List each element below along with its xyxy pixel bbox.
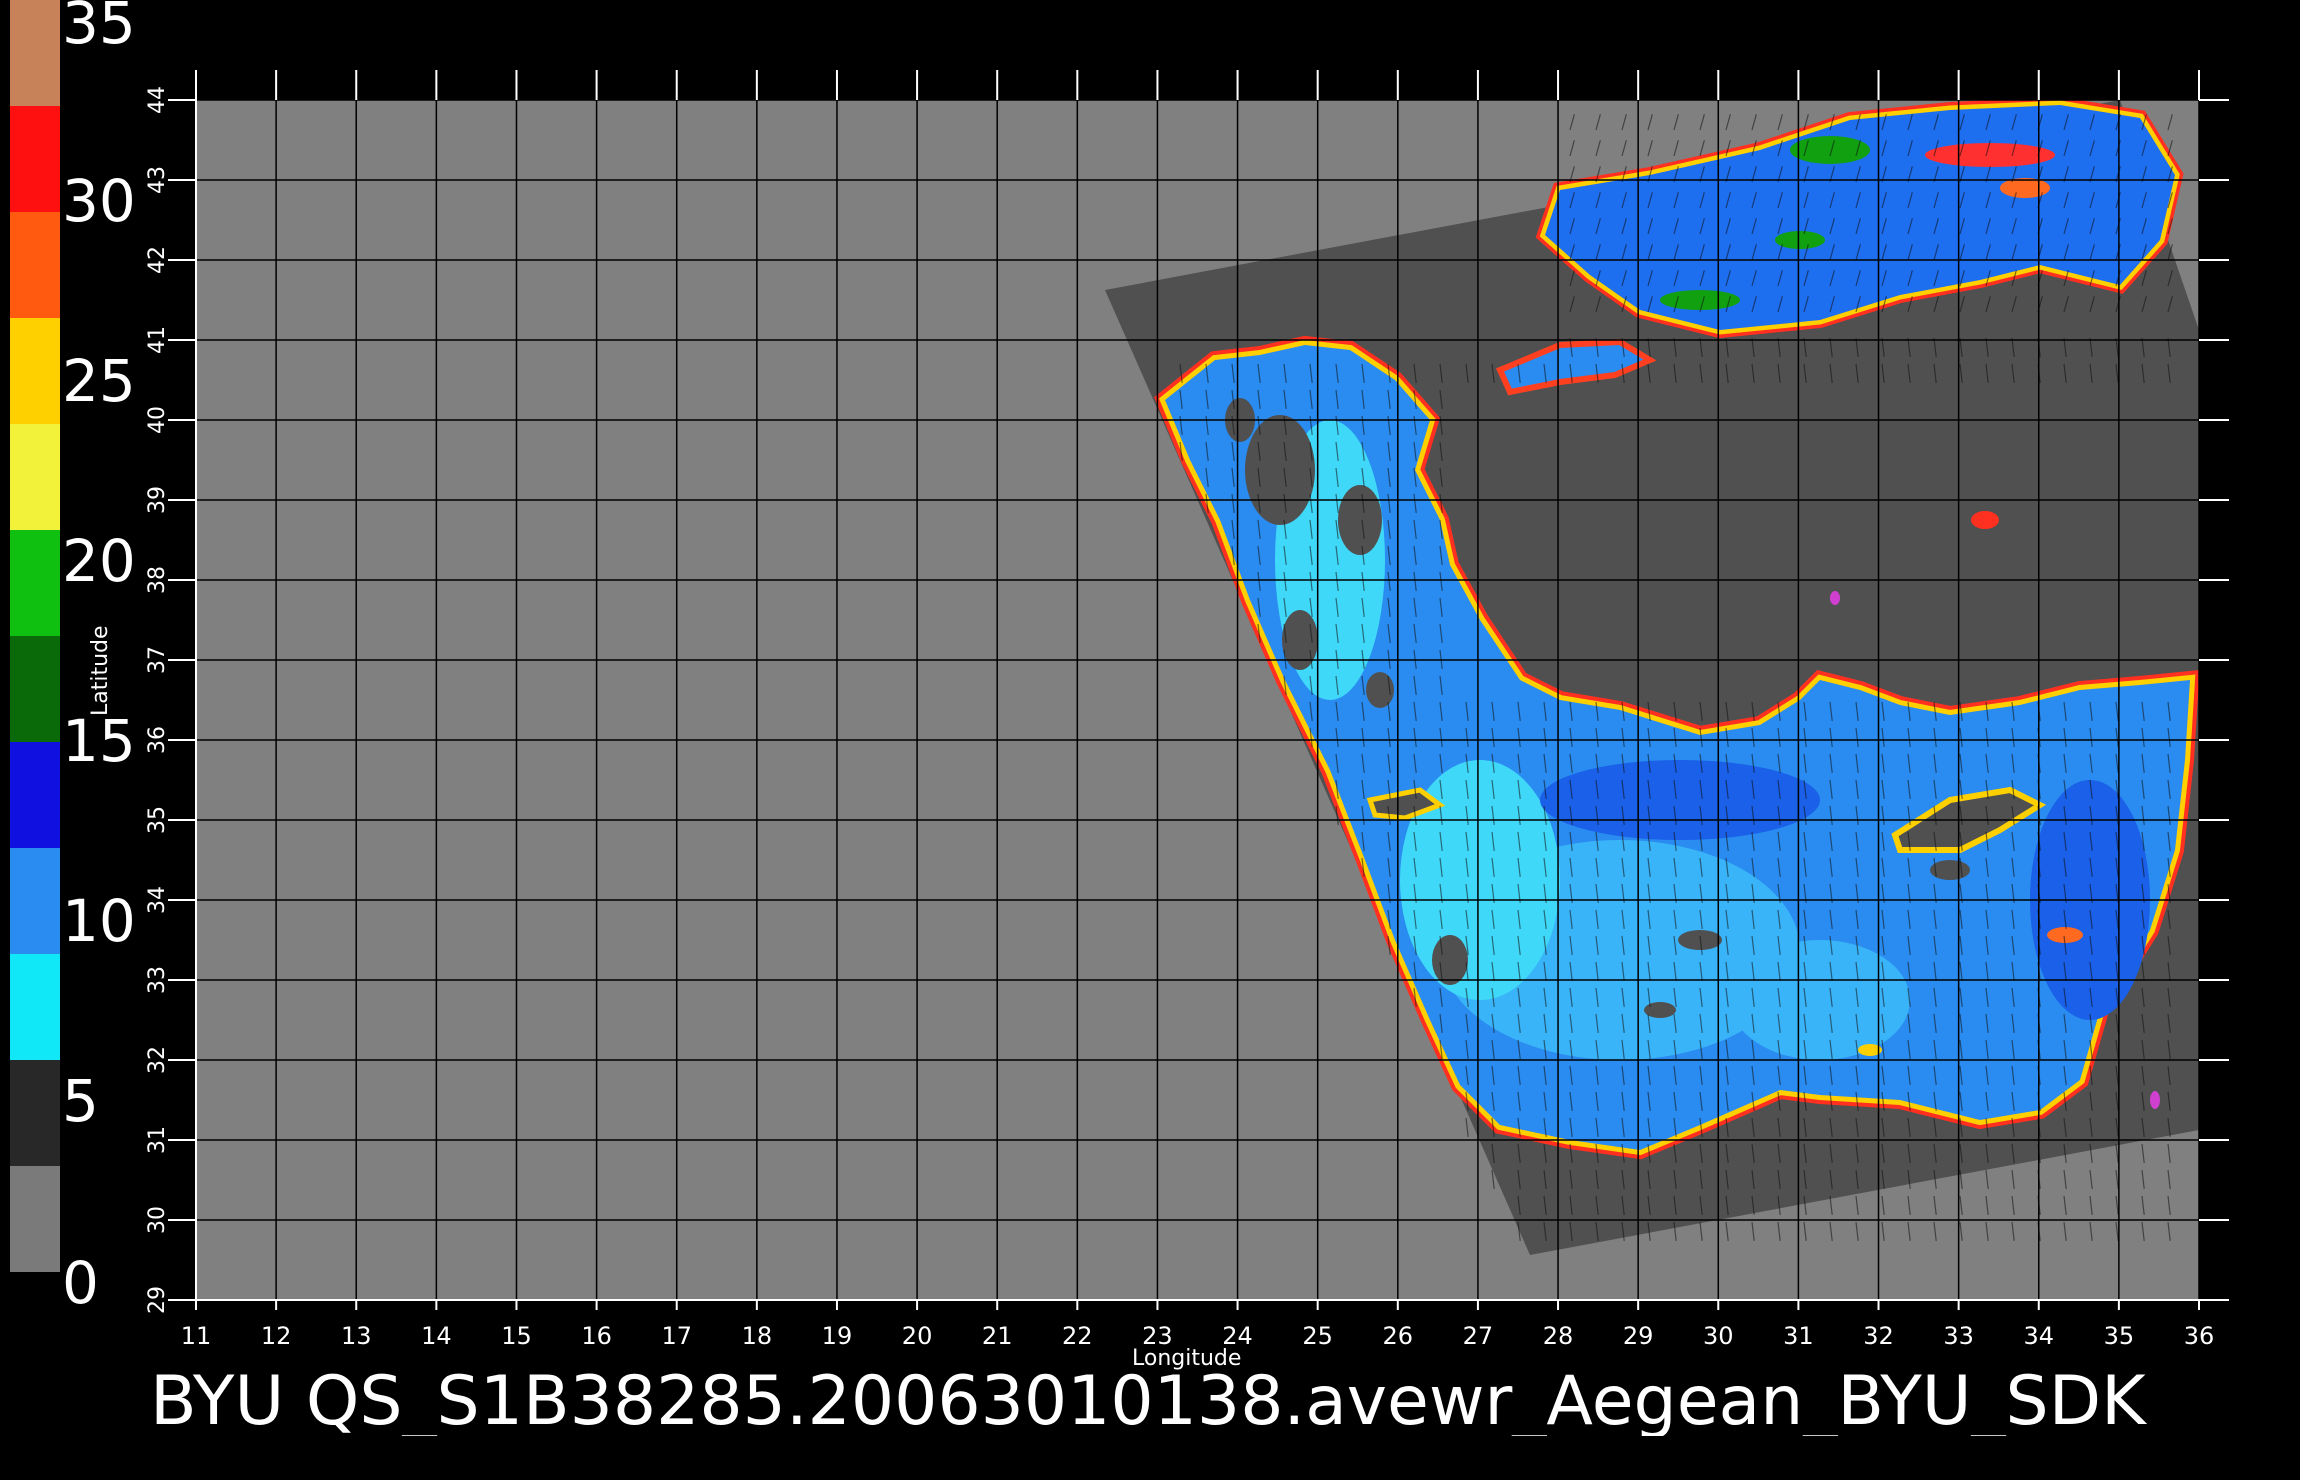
color-bar-segment bbox=[10, 212, 60, 319]
color-bar-segment bbox=[10, 106, 60, 213]
color-bar-segment bbox=[10, 742, 60, 849]
cb-label-20: 20 bbox=[62, 527, 136, 595]
color-bar-segment bbox=[10, 1060, 60, 1167]
cb-label-0: 0 bbox=[62, 1249, 99, 1317]
x-tick-label-30: 30 bbox=[1703, 1322, 1734, 1350]
cb-label-10: 10 bbox=[62, 887, 136, 955]
x-tick-label-34: 34 bbox=[2023, 1322, 2054, 1350]
y-tick-label-39: 39 bbox=[145, 486, 170, 514]
color-bar-segment bbox=[10, 424, 60, 531]
color-bar-segment bbox=[10, 954, 60, 1061]
x-tick-label-31: 31 bbox=[1783, 1322, 1814, 1350]
cb-label-30: 30 bbox=[62, 167, 136, 235]
x-tick-label-29: 29 bbox=[1623, 1322, 1654, 1350]
y-tick-label-40: 40 bbox=[145, 406, 170, 434]
color-bar-segment bbox=[10, 0, 60, 107]
x-tick-label-13: 13 bbox=[341, 1322, 372, 1350]
color-bar-segment bbox=[10, 848, 60, 955]
x-tick-label-25: 25 bbox=[1302, 1322, 1333, 1350]
y-tick-label-29: 29 bbox=[145, 1286, 170, 1314]
x-tick-label-12: 12 bbox=[261, 1322, 292, 1350]
color-bar-segment bbox=[10, 530, 60, 637]
x-tick-label-32: 32 bbox=[1863, 1322, 1894, 1350]
cb-label-5: 5 bbox=[62, 1067, 99, 1135]
y-axis-label: Latitude bbox=[88, 625, 113, 716]
y-tick-label-31: 31 bbox=[145, 1126, 170, 1154]
y-tick-label-35: 35 bbox=[145, 806, 170, 834]
y-tick-label-34: 34 bbox=[145, 886, 170, 914]
cb-label-25: 25 bbox=[62, 347, 136, 415]
x-tick-label-17: 17 bbox=[661, 1322, 692, 1350]
y-tick-label-30: 30 bbox=[145, 1206, 170, 1234]
wind-speed-map: 11 12 13 14 15 16 17 18 19 20 21 22 23 24 25 26 27 28 29 30… bbox=[0, 0, 2300, 1480]
image-title: BYU QS_S1B38285.20063010138.avewr_Aegean… bbox=[150, 1368, 2146, 1436]
x-tick-label-20: 20 bbox=[902, 1322, 933, 1350]
y-tick-label-36: 36 bbox=[145, 726, 170, 754]
cb-label-35: 35 bbox=[62, 0, 136, 57]
color-bar-segment bbox=[10, 636, 60, 743]
x-tick-label-36: 36 bbox=[2184, 1322, 2215, 1350]
x-tick-label-15: 15 bbox=[501, 1322, 532, 1350]
y-tick-label-43: 43 bbox=[145, 166, 170, 194]
x-tick-label-19: 19 bbox=[822, 1322, 853, 1350]
y-tick-label-37: 37 bbox=[145, 646, 170, 674]
x-tick-label-27: 27 bbox=[1463, 1322, 1494, 1350]
cb-label-15: 15 bbox=[62, 707, 136, 775]
x-tick-label-14: 14 bbox=[421, 1322, 452, 1350]
x-tick-label-28: 28 bbox=[1543, 1322, 1574, 1350]
x-tick-label-26: 26 bbox=[1383, 1322, 1414, 1350]
y-tick-label-32: 32 bbox=[145, 1046, 170, 1074]
x-tick-label-18: 18 bbox=[742, 1322, 773, 1350]
y-tick-label-33: 33 bbox=[145, 966, 170, 994]
y-tick-label-42: 42 bbox=[145, 246, 170, 274]
x-tick-label-22: 22 bbox=[1062, 1322, 1093, 1350]
x-tick-label-35: 35 bbox=[2104, 1322, 2135, 1350]
color-bar bbox=[10, 0, 60, 1272]
y-tick-label-41: 41 bbox=[145, 326, 170, 354]
y-tick-label-44: 44 bbox=[145, 86, 170, 114]
color-bar-segment bbox=[10, 1166, 60, 1272]
x-tick-label-16: 16 bbox=[581, 1322, 612, 1350]
color-bar-segment bbox=[10, 318, 60, 425]
x-tick-label-11: 11 bbox=[181, 1322, 212, 1350]
x-tick-label-21: 21 bbox=[982, 1322, 1013, 1350]
x-tick-label-33: 33 bbox=[1943, 1322, 1974, 1350]
y-tick-label-38: 38 bbox=[145, 566, 170, 594]
